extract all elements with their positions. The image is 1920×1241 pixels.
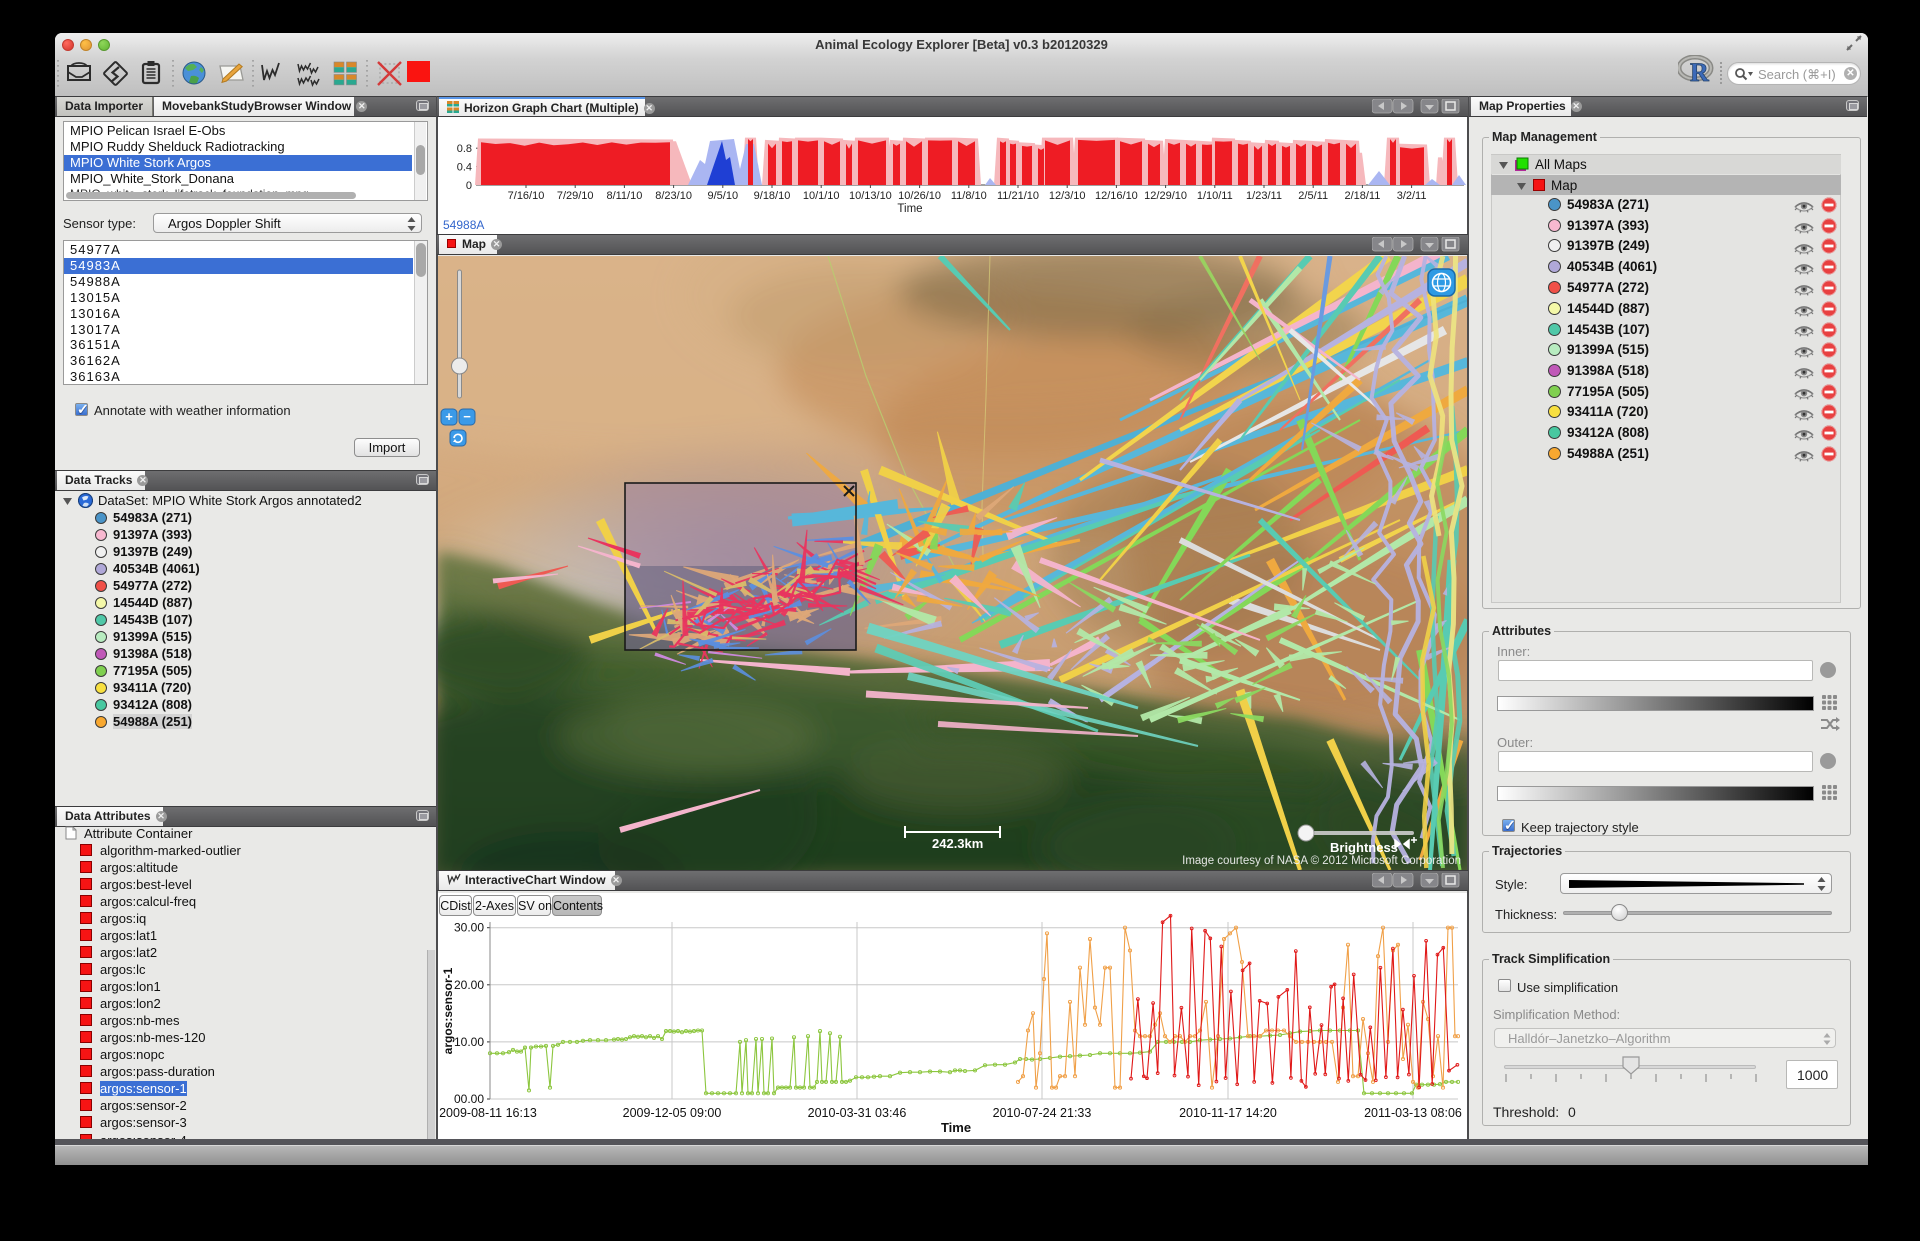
- svg-text:3/2/11: 3/2/11: [1397, 190, 1427, 202]
- svg-text:1/10/11: 1/10/11: [1197, 190, 1233, 202]
- svg-text:30.00: 30.00: [454, 921, 484, 935]
- svg-text:2/5/11: 2/5/11: [1298, 190, 1328, 202]
- svg-text:R: R: [1690, 58, 1709, 87]
- svg-text:20.00: 20.00: [454, 978, 484, 992]
- svg-text:Time: Time: [897, 203, 922, 215]
- svg-text:8/11/10: 8/11/10: [606, 190, 642, 202]
- svg-text:10.00: 10.00: [454, 1035, 484, 1049]
- svg-text:10/13/10: 10/13/10: [849, 190, 892, 202]
- svg-text:2011-03-13 08:06: 2011-03-13 08:06: [1364, 1106, 1462, 1120]
- svg-text:10/26/10: 10/26/10: [898, 190, 941, 202]
- svg-text:argos:sensor-1: argos:sensor-1: [441, 967, 455, 1054]
- svg-text:2010-11-17 14:20: 2010-11-17 14:20: [1179, 1106, 1277, 1120]
- svg-text:7/16/10: 7/16/10: [508, 190, 545, 202]
- svg-text:9/18/10: 9/18/10: [754, 190, 791, 202]
- svg-text:10/1/10: 10/1/10: [803, 190, 840, 202]
- svg-text:+: +: [445, 409, 453, 424]
- svg-text:2/18/11: 2/18/11: [1344, 190, 1380, 202]
- svg-text:12/29/10: 12/29/10: [1144, 190, 1187, 202]
- svg-text:242.3km: 242.3km: [932, 836, 983, 851]
- svg-text:9/5/10: 9/5/10: [708, 190, 739, 202]
- svg-text:12/3/10: 12/3/10: [1049, 190, 1086, 202]
- svg-text:2010-07-24 21:33: 2010-07-24 21:33: [993, 1106, 1092, 1120]
- svg-text:8/23/10: 8/23/10: [655, 190, 692, 202]
- svg-text:−: −: [463, 409, 471, 424]
- svg-text:0.8: 0.8: [457, 143, 472, 155]
- svg-text:2009-12-05 09:00: 2009-12-05 09:00: [623, 1106, 722, 1120]
- svg-text:0: 0: [466, 180, 472, 192]
- svg-text:1/23/11: 1/23/11: [1246, 190, 1282, 202]
- svg-text:11/21/10: 11/21/10: [997, 190, 1039, 202]
- svg-text:12/16/10: 12/16/10: [1095, 190, 1138, 202]
- svg-text:Time: Time: [941, 1120, 971, 1135]
- svg-text:Image courtesy of NASA © 2012: Image courtesy of NASA © 2012 Microsoft …: [1182, 855, 1461, 867]
- svg-text:2009-08-11 16:13: 2009-08-11 16:13: [439, 1106, 537, 1120]
- svg-text:00.00: 00.00: [454, 1092, 484, 1106]
- svg-text:0.4: 0.4: [457, 162, 472, 174]
- svg-text:7/29/10: 7/29/10: [557, 190, 594, 202]
- svg-text:11/8/10: 11/8/10: [951, 190, 987, 202]
- svg-text:2010-03-31 03:46: 2010-03-31 03:46: [808, 1106, 907, 1120]
- svg-text:Brightness: Brightness: [1330, 840, 1398, 855]
